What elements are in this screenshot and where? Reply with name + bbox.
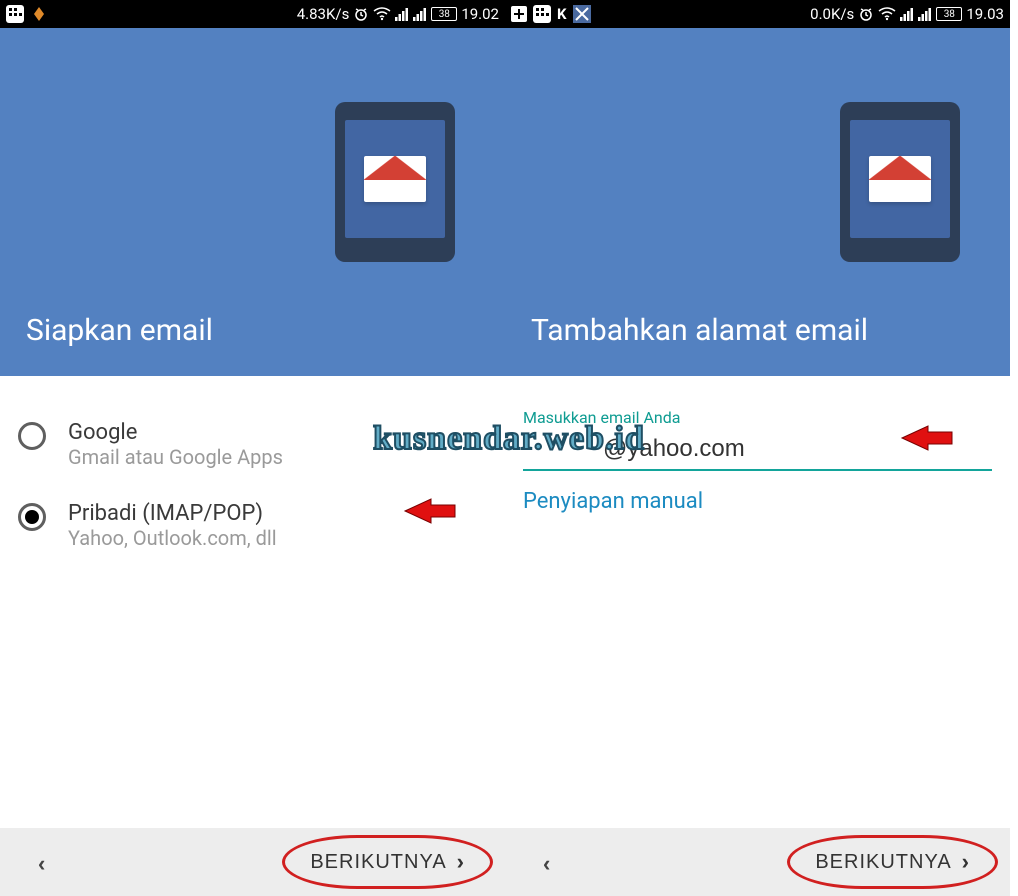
- back-button[interactable]: ‹: [527, 839, 566, 886]
- signal-icon: [395, 7, 409, 21]
- alarm-icon: [353, 6, 369, 22]
- radio-icon: [18, 503, 46, 531]
- options-area: Google Gmail atau Google Apps Pribadi (I…: [0, 376, 505, 828]
- next-label: BERIKUTNYA: [815, 851, 951, 874]
- status-bar: 4.83K/s 38 19.02: [0, 0, 505, 28]
- annotation-arrow-icon: [403, 493, 457, 529]
- radio-icon: [18, 422, 46, 450]
- next-button[interactable]: BERIKUTNYA ›: [797, 839, 988, 885]
- clock: 19.02: [461, 5, 499, 23]
- signal-icon: [900, 7, 914, 21]
- chevron-right-icon: ›: [457, 849, 465, 875]
- clock: 19.03: [966, 5, 1004, 23]
- gmail-tablet-icon: [840, 102, 960, 262]
- option-personal-imap[interactable]: Pribadi (IMAP/POP) Yahoo, Outlook.com, d…: [18, 485, 487, 566]
- option-title: Google: [68, 420, 283, 445]
- app-icon: [30, 5, 48, 23]
- bbm-icon: [533, 5, 551, 23]
- bbm-icon: [6, 5, 24, 23]
- form-area: Masukkan email Anda Penyiapan manual: [505, 376, 1010, 828]
- page-title: Siapkan email: [26, 313, 479, 348]
- hero-banner: Siapkan email: [0, 28, 505, 376]
- email-input-label: Masukkan email Anda: [523, 408, 992, 427]
- gmail-tablet-icon: [335, 102, 455, 262]
- network-speed: 0.0K/s: [810, 5, 854, 23]
- app-icon: [573, 5, 591, 23]
- back-button[interactable]: ‹: [22, 839, 61, 886]
- status-bar: K 0.0K/s 38 19.03: [505, 0, 1010, 28]
- alarm-icon: [858, 6, 874, 22]
- bottom-bar: ‹ BERIKUTNYA ›: [505, 828, 1010, 896]
- wifi-icon: [878, 7, 896, 21]
- next-button[interactable]: BERIKUTNYA ›: [292, 839, 483, 885]
- email-field[interactable]: [523, 431, 992, 471]
- battery-icon: 38: [431, 7, 457, 21]
- option-title: Pribadi (IMAP/POP): [68, 501, 277, 526]
- wifi-icon: [373, 7, 391, 21]
- manual-setup-link[interactable]: Penyiapan manual: [523, 489, 703, 514]
- signal-icon-2: [918, 7, 932, 21]
- chevron-right-icon: ›: [962, 849, 970, 875]
- chevron-left-icon: ‹: [543, 851, 550, 876]
- screen-setup-email: 4.83K/s 38 19.02 Siapkan email: [0, 0, 505, 896]
- signal-icon-2: [413, 7, 427, 21]
- battery-icon: 38: [936, 7, 962, 21]
- k-icon: K: [557, 5, 567, 23]
- option-google[interactable]: Google Gmail atau Google Apps: [18, 404, 487, 485]
- option-subtitle: Yahoo, Outlook.com, dll: [68, 526, 277, 550]
- next-label: BERIKUTNYA: [310, 851, 446, 874]
- plus-icon: [511, 6, 527, 22]
- page-title: Tambahkan alamat email: [531, 313, 984, 348]
- bottom-bar: ‹ BERIKUTNYA ›: [0, 828, 505, 896]
- network-speed: 4.83K/s: [297, 5, 350, 23]
- screen-add-email: K 0.0K/s 38 19.03 Tambah: [505, 0, 1010, 896]
- option-subtitle: Gmail atau Google Apps: [68, 445, 283, 469]
- chevron-left-icon: ‹: [38, 851, 45, 876]
- hero-banner: Tambahkan alamat email: [505, 28, 1010, 376]
